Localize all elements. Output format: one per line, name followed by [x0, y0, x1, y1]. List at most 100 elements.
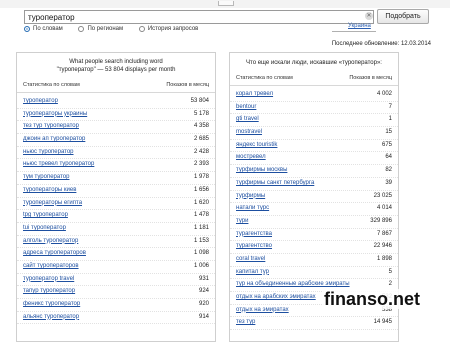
table-row: мостревел 64 — [230, 152, 398, 166]
keyword-count: 1 — [388, 116, 392, 123]
radio-selected-icon — [24, 26, 30, 32]
table-row: ньюс тревел туроператор 2 393 — [17, 159, 215, 173]
left-panel-title: What people search including word — [69, 59, 163, 65]
keyword-count: 53 804 — [190, 98, 209, 104]
keyword-count: 329 896 — [370, 217, 392, 224]
search-input[interactable] — [24, 10, 374, 24]
watermark: finanso.net — [322, 289, 423, 309]
keyword-count: 14 945 — [373, 319, 392, 326]
left-rows: туроператор 53 804 туроператоры украины 5 1… — [17, 96, 215, 325]
left-panel: What people search including word "туроп… — [16, 52, 216, 342]
table-row: джоин ап туроператор 2 685 — [17, 134, 215, 147]
table-row: туроператор travel 931 — [17, 274, 215, 287]
radio-unselected-icon — [138, 26, 145, 32]
left-column-headers: Статистика по словам Показов в месяц — [17, 82, 215, 93]
keyword-link[interactable]: тез тур — [236, 317, 255, 328]
keyword-link[interactable]: турфирмы москвы — [236, 165, 287, 176]
keyword-count: 1 656 — [193, 186, 209, 193]
keyword-link[interactable]: отдых на эмиратах — [236, 305, 289, 316]
left-panel-header: What people search including word "туроп… — [17, 58, 215, 74]
keyword-link[interactable]: феникс туроператор — [23, 299, 80, 310]
keyword-count: 1 181 — [193, 224, 209, 231]
region-link[interactable]: Украина — [348, 23, 371, 29]
table-row: феникс туроператор 920 — [17, 299, 215, 312]
keyword-link[interactable]: mostravel — [236, 127, 262, 138]
keyword-link[interactable]: tui туроператор — [23, 223, 66, 234]
keyword-count: 2 428 — [193, 148, 209, 155]
table-row: bentour 7 — [230, 102, 398, 115]
keyword-link[interactable]: турагентства — [236, 229, 272, 240]
keyword-link[interactable]: альянс туроператор — [23, 312, 79, 323]
table-row: турагентства 7 867 — [230, 229, 398, 242]
collapse-handle-icon[interactable] — [218, 1, 234, 6]
keyword-link[interactable]: тури — [236, 216, 248, 227]
keyword-count: 920 — [198, 301, 209, 307]
right-panel-title: Что еще искали люди, искавшие «туроперат… — [246, 60, 382, 66]
right-panel-header: Что еще искали люди, искавшие «туроперат… — [230, 59, 398, 67]
radio-by-regions[interactable]: По регионам — [78, 26, 123, 32]
table-row: тапур туроператор 924 — [17, 286, 215, 299]
keyword-link[interactable]: натали турс — [236, 203, 269, 214]
keyword-count: 39 — [385, 179, 392, 186]
keyword-link[interactable]: coral travel — [236, 254, 265, 265]
keyword-link[interactable]: tpg туроператор — [23, 210, 68, 221]
table-row: альянс туроператор 914 — [17, 312, 215, 325]
keyword-link[interactable]: bentour — [236, 102, 256, 113]
keyword-link[interactable]: ньюс тревел туроператор — [23, 159, 94, 170]
keyword-link[interactable]: турагентство — [236, 241, 272, 252]
table-row: капитал тур 5 — [230, 267, 398, 280]
keyword-count: 2 685 — [193, 136, 209, 143]
keyword-link[interactable]: яндекс touristik — [236, 140, 277, 151]
pick-button[interactable]: Подобрать — [377, 9, 429, 24]
keyword-link[interactable]: туроператор travel — [23, 274, 74, 285]
table-row: яндекс touristik 675 — [230, 140, 398, 153]
keyword-link[interactable]: туроператоры киев — [23, 185, 76, 196]
keyword-link[interactable]: алголь туроператор — [23, 236, 78, 247]
radio-by-words[interactable]: По словам — [24, 26, 63, 32]
radio-history[interactable]: История запросов — [138, 26, 198, 32]
keyword-link[interactable]: туроператоры египта — [23, 198, 82, 209]
keyword-link[interactable]: мостревел — [236, 152, 266, 163]
table-row: тез тур туроператор 4 358 — [17, 121, 215, 135]
keyword-count: 82 — [385, 167, 392, 174]
right-col-count-header[interactable]: Показов в месяц — [349, 75, 392, 81]
keyword-count: 7 — [388, 103, 392, 110]
keyword-link[interactable]: тапур туроператор — [23, 286, 75, 297]
table-row: ньюс туроператор 2 428 — [17, 147, 215, 160]
table-row: mostravel 15 — [230, 127, 398, 140]
table-row: tpg туроператор 1 478 — [17, 210, 215, 223]
keyword-link[interactable]: турфирмы — [236, 191, 265, 202]
region-divider — [332, 31, 376, 32]
keyword-link[interactable]: ньюс туроператор — [23, 147, 74, 158]
radio-unselected-icon — [78, 26, 85, 32]
keyword-link[interactable]: турфирмы санкт петербурга — [236, 178, 314, 189]
table-row: турфирмы 23 025 — [230, 191, 398, 204]
keyword-link[interactable]: тез тур туроператор — [23, 121, 79, 132]
keyword-link[interactable]: джоин ап туроператор — [23, 134, 85, 145]
keyword-link[interactable]: отдых на арабских эмиратах — [236, 292, 316, 303]
clear-icon[interactable]: ✕ — [365, 12, 373, 20]
keyword-link[interactable]: тум туроператор — [23, 172, 69, 183]
keyword-count: 4 358 — [193, 123, 209, 130]
keyword-link[interactable]: туроператор — [23, 96, 58, 107]
keyword-count: 1 898 — [376, 255, 392, 262]
keyword-count: 23 025 — [373, 192, 392, 199]
keyword-link[interactable]: капитал тур — [236, 267, 269, 278]
keyword-count: 64 — [385, 154, 392, 161]
keyword-count: 675 — [381, 141, 392, 148]
table-row: корал тревел 4 002 — [230, 89, 398, 102]
keyword-count: 1 098 — [193, 250, 209, 257]
left-col-count-header[interactable]: Показов в месяц — [166, 82, 209, 88]
right-col-phrase-header[interactable]: Статистика по словам — [236, 75, 293, 81]
table-row: туроператоры киев 1 656 — [17, 185, 215, 198]
keyword-count: 4 002 — [376, 91, 392, 97]
keyword-link[interactable]: gti travel — [236, 114, 259, 125]
keyword-link[interactable]: корал тревел — [236, 89, 273, 100]
keyword-count: 914 — [198, 313, 209, 320]
left-col-phrase-header[interactable]: Статистика по словам — [23, 82, 80, 88]
table-row: тури 329 896 — [230, 216, 398, 229]
keyword-link[interactable]: сайт туроператоров — [23, 261, 79, 272]
keyword-link[interactable]: адреса туроператоров — [23, 248, 86, 259]
keyword-count: 1 153 — [193, 237, 209, 244]
keyword-link[interactable]: туроператоры украины — [23, 109, 87, 120]
